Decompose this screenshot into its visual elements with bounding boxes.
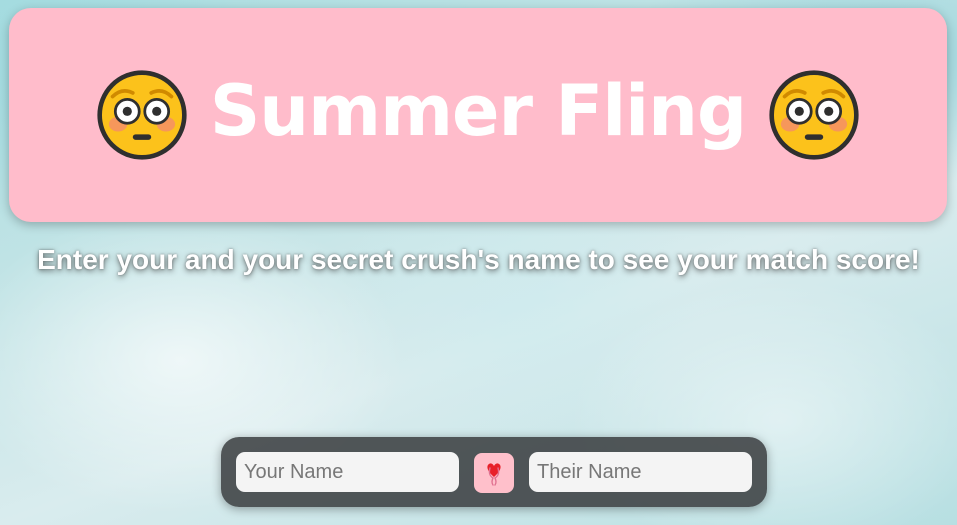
title-banner: Summer Fling <box>9 8 947 222</box>
flushed-face-icon <box>97 70 187 160</box>
your-name-input[interactable] <box>236 452 459 492</box>
instructions-text: Enter your and your secret crush's name … <box>37 244 920 275</box>
heart-icon <box>487 463 501 486</box>
page-title: Summer Fling <box>209 70 747 152</box>
name-entry-bar <box>221 437 767 507</box>
flushed-face-icon <box>769 70 859 160</box>
match-button[interactable] <box>474 453 514 493</box>
their-name-input[interactable] <box>529 452 752 492</box>
